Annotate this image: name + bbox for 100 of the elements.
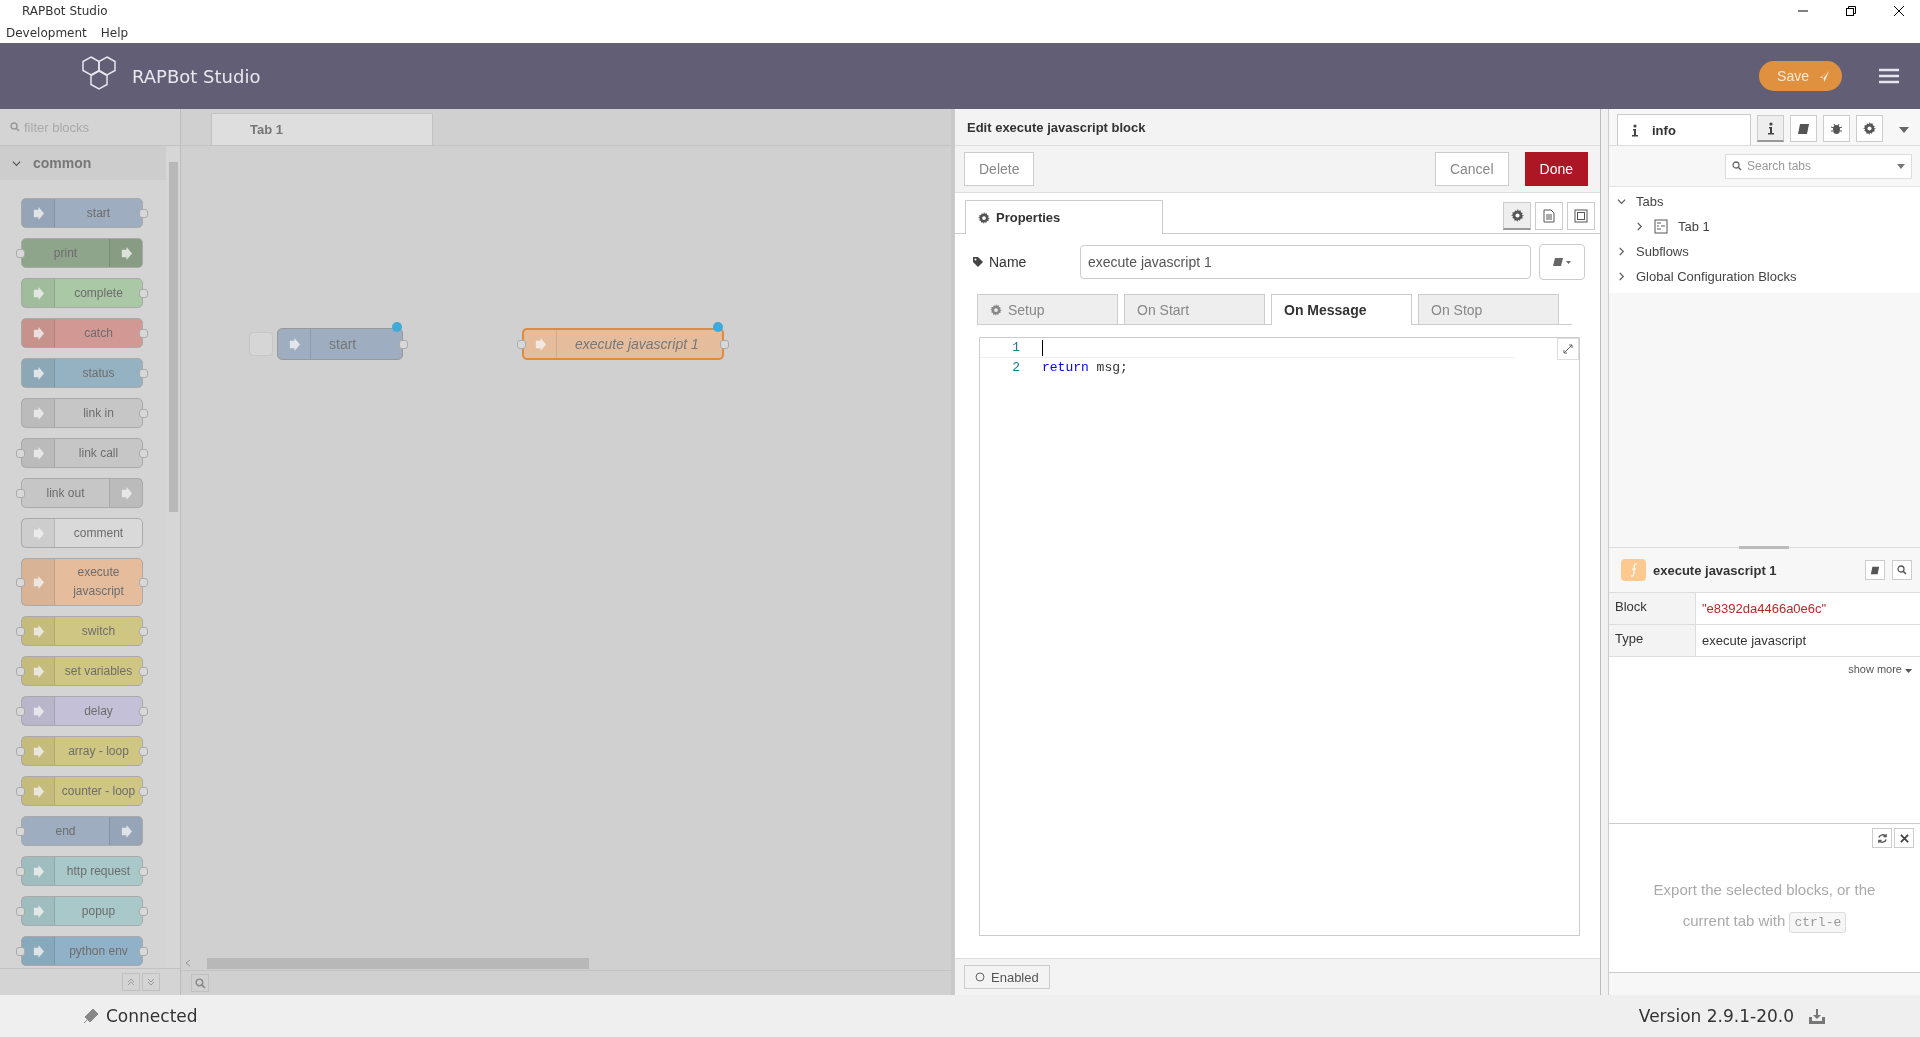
workspace-canvas[interactable]: start execute javascript 1: [181, 146, 951, 956]
code-tab[interactable]: On Message: [1271, 294, 1412, 325]
output-port[interactable]: [139, 706, 148, 716]
tree-item[interactable]: Subflows: [1609, 239, 1920, 264]
palette-block[interactable]: complete: [21, 278, 143, 308]
flow-block[interactable]: start: [277, 328, 403, 360]
caret-icon: [1905, 669, 1912, 673]
chevron-right-icon[interactable]: [1617, 247, 1626, 256]
output-port[interactable]: [139, 946, 148, 956]
palette-block[interactable]: http request: [21, 856, 143, 886]
output-port[interactable]: [720, 339, 729, 349]
search-field[interactable]: Search tabs: [1725, 153, 1912, 179]
block-icon: [31, 205, 45, 221]
expand-button[interactable]: [1557, 338, 1579, 360]
menu-item[interactable]: Help: [100, 25, 129, 40]
close-button[interactable]: [1894, 828, 1914, 848]
code-editor[interactable]: 1 2 return msg;: [979, 337, 1580, 936]
block-label: execute javascript: [72, 564, 125, 600]
palette-block[interactable]: link out: [21, 478, 143, 508]
palette-block[interactable]: python env: [21, 936, 143, 966]
info-tab[interactable]: info: [1617, 114, 1751, 145]
workspace-tab[interactable]: Tab 1: [211, 113, 433, 145]
expand-all-button[interactable]: [142, 973, 160, 991]
view-button[interactable]: [1503, 202, 1531, 230]
palette-block[interactable]: switch: [21, 616, 143, 646]
code-tab[interactable]: On Start: [1124, 294, 1265, 324]
output-port[interactable]: [139, 448, 148, 458]
palette-block[interactable]: link in: [21, 398, 143, 428]
palette-block[interactable]: comment: [21, 518, 143, 548]
restore-icon[interactable]: [1844, 4, 1858, 18]
show-more-link[interactable]: show more: [1848, 663, 1902, 675]
output-port[interactable]: [139, 577, 148, 587]
caret-icon[interactable]: [1899, 127, 1909, 133]
delete-button[interactable]: Delete: [964, 152, 1035, 186]
code-line: return msg;: [1042, 360, 1128, 375]
menu-icon[interactable]: [1878, 67, 1900, 85]
resize-handle[interactable]: [1601, 109, 1608, 995]
palette-block[interactable]: counter - loop: [21, 776, 143, 806]
output-port[interactable]: [139, 786, 148, 796]
output-port[interactable]: [139, 328, 148, 338]
caret-icon: [1897, 163, 1905, 169]
cancel-button[interactable]: Cancel: [1434, 152, 1509, 186]
block-label: complete: [73, 284, 124, 302]
property-name: Type: [1609, 625, 1696, 656]
save-button[interactable]: Save: [1759, 61, 1842, 91]
close-icon[interactable]: [1892, 4, 1906, 18]
flow-block[interactable]: execute javascript 1: [522, 328, 724, 360]
search-button[interactable]: [1892, 560, 1912, 580]
app-title: RAPBot Studio: [132, 65, 262, 87]
output-port[interactable]: [139, 626, 148, 636]
palette-block[interactable]: array - loop: [21, 736, 143, 766]
line-number: 1: [1011, 340, 1021, 355]
sidebar-button[interactable]: [1790, 115, 1817, 142]
palette-block[interactable]: execute javascript: [21, 558, 143, 606]
output-port[interactable]: [399, 339, 408, 349]
sidebar-button[interactable]: [1856, 115, 1883, 142]
menu-item[interactable]: Development: [6, 25, 87, 40]
done-button[interactable]: Done: [1524, 152, 1588, 186]
chevron-down-icon[interactable]: [1617, 197, 1626, 206]
code-tab[interactable]: Setup: [977, 294, 1118, 324]
palette-block[interactable]: catch: [21, 318, 143, 348]
output-port[interactable]: [139, 746, 148, 756]
chevron-right-icon[interactable]: [1617, 272, 1626, 281]
palette-block[interactable]: popup: [21, 896, 143, 926]
enabled-toggle[interactable]: Enabled: [964, 965, 1050, 989]
name-field[interactable]: execute javascript 1: [1080, 245, 1531, 279]
palette-block[interactable]: start: [21, 198, 143, 228]
output-port[interactable]: [139, 208, 148, 218]
output-port[interactable]: [139, 288, 148, 298]
sidebar-button[interactable]: [1823, 115, 1850, 142]
output-port[interactable]: [139, 666, 148, 676]
palette-block[interactable]: status: [21, 358, 143, 388]
output-port[interactable]: [139, 408, 148, 418]
refresh-icon: [1876, 832, 1888, 844]
help-button[interactable]: [1865, 560, 1885, 580]
chevron-right-icon[interactable]: [1635, 222, 1644, 231]
code-tab[interactable]: On Stop: [1418, 294, 1559, 324]
output-port[interactable]: [139, 368, 148, 378]
properties-tab[interactable]: Properties: [965, 200, 1163, 234]
tree-item[interactable]: Tabs: [1609, 189, 1920, 214]
refresh-button[interactable]: [1872, 828, 1892, 848]
icon-menu-button[interactable]: [1539, 244, 1585, 280]
tree-item[interactable]: Tab 1: [1609, 214, 1920, 239]
palette-block[interactable]: print: [21, 238, 143, 268]
sidebar-button[interactable]: [1757, 115, 1784, 142]
collapse-all-button[interactable]: [122, 973, 140, 991]
block-label: delay: [83, 702, 114, 720]
download-icon[interactable]: [1808, 1007, 1826, 1025]
block-label: end: [54, 822, 77, 840]
view-button[interactable]: [1567, 202, 1595, 230]
output-port[interactable]: [139, 906, 148, 916]
gear-icon: [1510, 209, 1524, 222]
tree-item[interactable]: Global Configuration Blocks: [1609, 264, 1920, 289]
palette-block[interactable]: link call: [21, 438, 143, 468]
chevron-down-icon[interactable]: [12, 158, 21, 168]
palette-block[interactable]: end: [21, 816, 143, 846]
category-header[interactable]: common: [0, 146, 166, 180]
output-port[interactable]: [139, 866, 148, 876]
palette-block[interactable]: set variables: [21, 656, 143, 686]
palette-block[interactable]: delay: [21, 696, 143, 726]
